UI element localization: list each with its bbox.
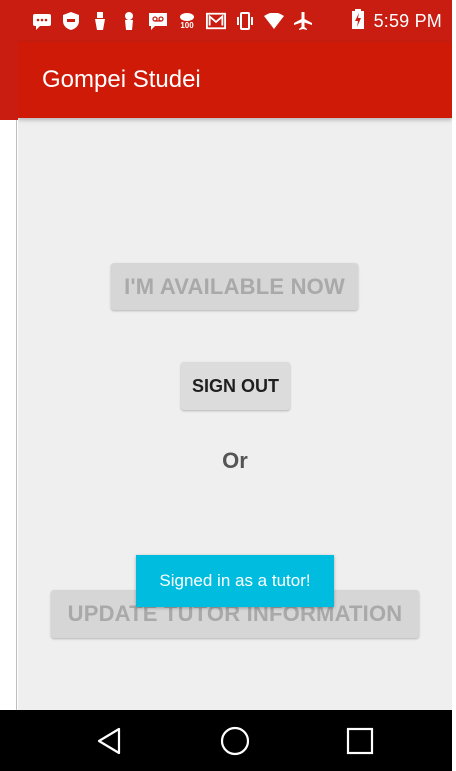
home-icon[interactable] — [205, 716, 265, 766]
app-bar: Gompei Studei — [18, 42, 452, 118]
sign-out-button[interactable]: SIGN OUT — [181, 362, 290, 410]
airplane-icon — [293, 11, 313, 31]
wifi-icon — [264, 11, 284, 31]
svg-text:100: 100 — [180, 21, 194, 30]
app-title: Gompei Studei — [42, 66, 201, 93]
toast-message: Signed in as a tutor! — [136, 555, 334, 607]
gmail-icon — [206, 11, 226, 31]
voicemail-icon — [148, 11, 168, 31]
back-icon[interactable] — [80, 716, 140, 766]
cloud-100-icon: 100 — [177, 11, 197, 31]
keyhole-icon — [119, 11, 139, 31]
message-icon — [32, 11, 52, 31]
vibrate-icon — [235, 11, 255, 31]
navigation-bar — [18, 710, 452, 771]
recents-icon[interactable] — [330, 716, 390, 766]
shield-icon — [61, 11, 81, 31]
phone-screen: 100 5:59 PM Gompei Studei I'M AVAILABLE … — [18, 0, 452, 771]
or-label: Or — [222, 448, 248, 473]
main-content: I'M AVAILABLE NOW SIGN OUT Or UPDATE TUT… — [18, 118, 452, 710]
available-now-button[interactable]: I'M AVAILABLE NOW — [111, 263, 358, 310]
status-time: 5:59 PM — [373, 10, 442, 31]
background-edge-right — [452, 0, 456, 771]
battery-charging-icon — [351, 8, 364, 34]
status-bar: 100 5:59 PM — [18, 0, 452, 42]
usb-icon — [90, 11, 110, 31]
background-edge — [0, 0, 18, 771]
